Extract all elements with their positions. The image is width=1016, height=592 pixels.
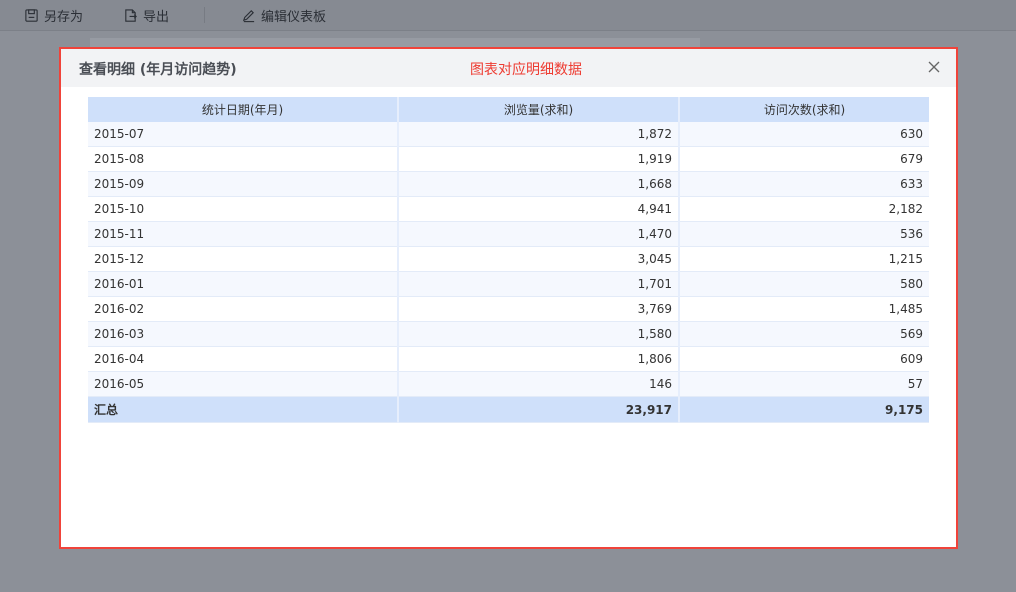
annotation-text: 图表对应明细数据 — [470, 62, 582, 78]
edit-dashboard-label: 编辑仪表板 — [261, 9, 327, 25]
table-row: 2015-12 3,045 1,215 — [88, 246, 929, 272]
column-header-date[interactable]: 统计日期(年月) — [88, 97, 399, 122]
save-as-label: 另存为 — [44, 9, 84, 25]
cell-pageviews: 1,701 — [398, 271, 680, 297]
cell-date: 2016-03 — [88, 321, 399, 347]
table-row: 2015-11 1,470 536 — [88, 221, 929, 247]
cell-visits: 1,485 — [679, 296, 929, 322]
cell-date: 2015-09 — [88, 171, 399, 197]
table-header-row: 统计日期(年月) 浏览量(求和) 访问次数(求和) — [88, 97, 929, 122]
table-row: 2016-05 146 57 — [88, 371, 929, 397]
toolbar-divider — [204, 7, 206, 23]
cell-pageviews: 1,919 — [398, 146, 680, 172]
cell-visits: 633 — [679, 171, 929, 197]
cell-date: 2016-02 — [88, 296, 399, 322]
cell-pageviews: 1,872 — [398, 122, 680, 147]
cell-visits: 569 — [679, 321, 929, 347]
cell-date: 2015-12 — [88, 246, 399, 272]
export-icon — [125, 8, 137, 22]
cell-pageviews: 1,580 — [398, 321, 680, 347]
cell-date: 2016-05 — [88, 371, 399, 397]
cell-pageviews: 3,045 — [398, 246, 680, 272]
total-visits: 9,175 — [679, 396, 929, 423]
table-row: 2015-10 4,941 2,182 — [88, 196, 929, 222]
cell-date: 2015-08 — [88, 146, 399, 172]
export-button[interactable]: 导出 — [123, 0, 169, 31]
table-row: 2016-02 3,769 1,485 — [88, 296, 929, 322]
export-label: 导出 — [143, 9, 170, 25]
table-row: 2015-09 1,668 633 — [88, 171, 929, 197]
cell-visits: 2,182 — [679, 196, 929, 222]
cell-visits: 679 — [679, 146, 929, 172]
table-row: 2016-03 1,580 569 — [88, 321, 929, 347]
cell-visits: 1,215 — [679, 246, 929, 272]
cell-date: 2016-01 — [88, 271, 399, 297]
edit-dashboard-button[interactable]: 编辑仪表板 — [241, 0, 326, 31]
column-header-visits[interactable]: 访问次数(求和) — [679, 97, 929, 122]
table-row: 2015-07 1,872 630 — [88, 122, 929, 147]
table-row: 2016-04 1,806 609 — [88, 346, 929, 372]
modal-title: 查看明细 (年月访问趋势) — [79, 62, 237, 78]
cell-visits: 609 — [679, 346, 929, 372]
save-icon — [25, 8, 38, 22]
table-row: 2016-01 1,701 580 — [88, 271, 929, 297]
cell-visits: 580 — [679, 271, 929, 297]
table-total-row: 汇总 23,917 9,175 — [88, 396, 929, 423]
cell-date: 2015-07 — [88, 122, 399, 147]
close-icon[interactable] — [926, 59, 942, 75]
cell-pageviews: 3,769 — [398, 296, 680, 322]
cell-visits: 630 — [679, 122, 929, 147]
toolbar: 另存为 导出 编辑仪表板 — [0, 0, 1016, 31]
total-pageviews: 23,917 — [398, 396, 680, 423]
table-row: 2015-08 1,919 679 — [88, 146, 929, 172]
save-as-button[interactable]: 另存为 — [24, 0, 83, 31]
cell-date: 2016-04 — [88, 346, 399, 372]
modal-header: 查看明细 (年月访问趋势) 图表对应明细数据 — [61, 49, 956, 87]
cell-pageviews: 1,806 — [398, 346, 680, 372]
cell-pageviews: 4,941 — [398, 196, 680, 222]
cell-pageviews: 146 — [398, 371, 680, 397]
cell-date: 2015-10 — [88, 196, 399, 222]
pencil-icon — [242, 9, 255, 22]
detail-modal: 查看明细 (年月访问趋势) 图表对应明细数据 统计日期(年月) 浏览量(求和) … — [59, 47, 958, 549]
cell-pageviews: 1,470 — [398, 221, 680, 247]
cell-visits: 536 — [679, 221, 929, 247]
detail-table: 统计日期(年月) 浏览量(求和) 访问次数(求和) 2015-07 1,872 … — [88, 97, 929, 423]
total-label: 汇总 — [88, 396, 399, 423]
cell-pageviews: 1,668 — [398, 171, 680, 197]
cell-date: 2015-11 — [88, 221, 399, 247]
cell-visits: 57 — [679, 371, 929, 397]
column-header-pageviews[interactable]: 浏览量(求和) — [398, 97, 680, 122]
